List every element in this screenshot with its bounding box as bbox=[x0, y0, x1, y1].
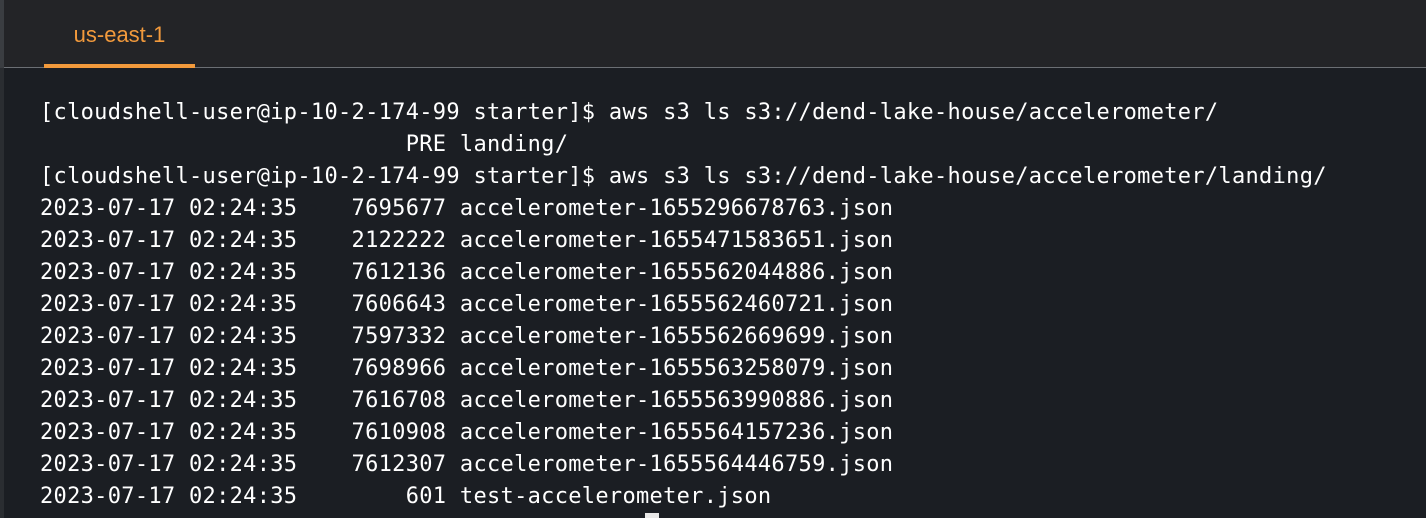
terminal-line: 2023-07-17 02:24:35 7612136 acceleromete… bbox=[40, 260, 894, 285]
terminal-line: 2023-07-17 02:24:35 7695677 acceleromete… bbox=[40, 196, 894, 221]
tab-bar: us-east-1 bbox=[0, 0, 1426, 68]
terminal-cursor bbox=[645, 513, 659, 518]
terminal-line: 2023-07-17 02:24:35 7610908 acceleromete… bbox=[40, 420, 894, 445]
terminal-line: 2023-07-17 02:24:35 7612307 acceleromete… bbox=[40, 452, 894, 477]
terminal-line: 2023-07-17 02:24:35 7597332 acceleromete… bbox=[40, 324, 894, 349]
tab-label: us-east-1 bbox=[73, 22, 166, 47]
terminal-line: PRE landing/ bbox=[40, 132, 569, 157]
terminal-line: 2023-07-17 02:24:35 2122222 acceleromete… bbox=[40, 228, 894, 253]
terminal-lines: [cloudshell-user@ip-10-2-174-99 starter]… bbox=[40, 97, 1327, 513]
terminal-line: [cloudshell-user@ip-10-2-174-99 starter]… bbox=[40, 164, 1327, 189]
terminal-line: 2023-07-17 02:24:35 7606643 acceleromete… bbox=[40, 292, 894, 317]
terminal-line: [cloudshell-user@ip-10-2-174-99 starter]… bbox=[40, 100, 1219, 125]
tab-us-east-1[interactable]: us-east-1 bbox=[44, 18, 195, 68]
terminal-line: 2023-07-17 02:24:35 7698966 acceleromete… bbox=[40, 356, 894, 381]
terminal-output[interactable]: [cloudshell-user@ip-10-2-174-99 starter]… bbox=[0, 68, 1426, 518]
terminal-line: 2023-07-17 02:24:35 601 test-acceleromet… bbox=[40, 484, 772, 509]
tab-bar-edge bbox=[0, 0, 4, 68]
terminal-line: 2023-07-17 02:24:35 7616708 acceleromete… bbox=[40, 388, 894, 413]
